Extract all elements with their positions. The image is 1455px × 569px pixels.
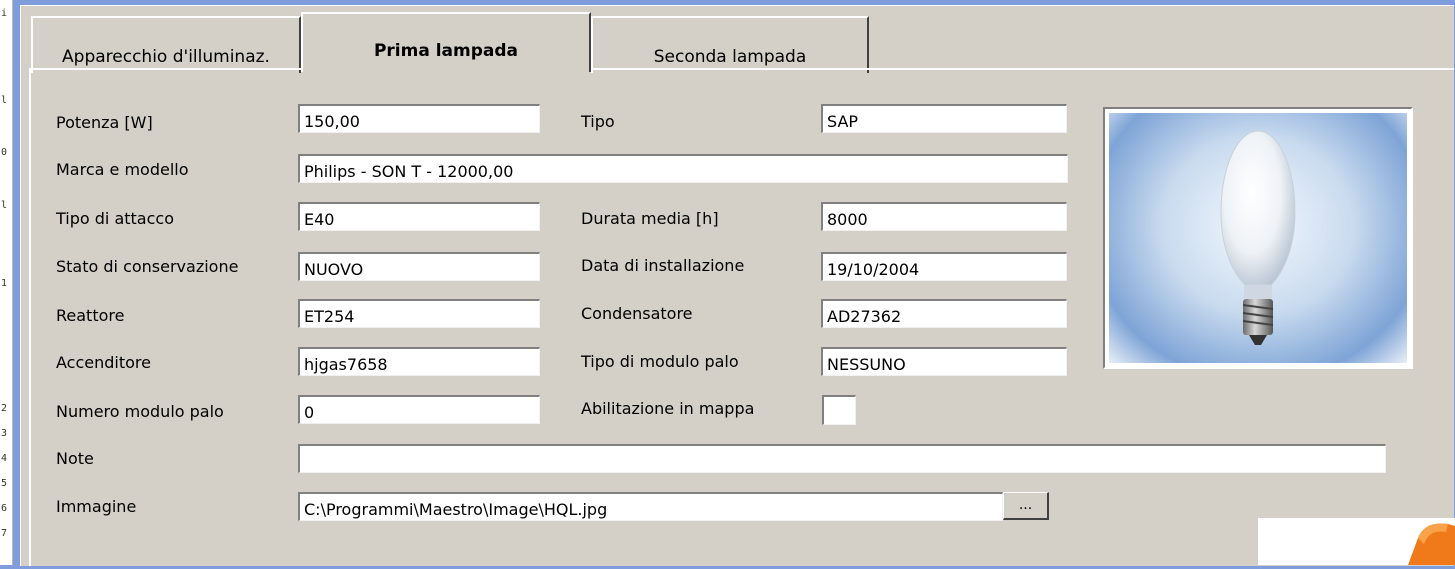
condensatore-field[interactable]: AD27362: [821, 299, 1067, 328]
data-installazione-field[interactable]: 19/10/2004: [821, 252, 1067, 281]
left-strip: i l 0 l 1 2 3 4 5 6 7: [0, 0, 13, 565]
marca-label: Marca e modello: [56, 160, 189, 179]
tab-label: Seconda lampada: [653, 47, 807, 67]
strip-char: 6: [1, 503, 8, 514]
strip-char: 4: [1, 453, 8, 464]
corner-logo: [1258, 518, 1455, 565]
numero-modulo-label: Numero modulo palo: [56, 402, 224, 421]
numero-modulo-field[interactable]: 0: [298, 395, 540, 424]
lamp-image: [1109, 113, 1407, 363]
note-field[interactable]: [298, 444, 1386, 473]
data-installazione-label: Data di installazione: [581, 256, 745, 275]
tab-label: Prima lampada: [373, 41, 519, 61]
lamp-image-frame: [1103, 107, 1413, 369]
durata-label: Durata media [h]: [581, 209, 719, 228]
attacco-field[interactable]: E40: [298, 202, 540, 231]
hql-lamp-bulb-icon: [1220, 130, 1296, 345]
accenditore-field[interactable]: hjgas7658: [298, 347, 540, 376]
strip-char: 0: [1, 147, 8, 158]
tipo-label: Tipo: [581, 112, 615, 131]
immagine-path-field[interactable]: C:\Programmi\Maestro\Image\HQL.jpg: [298, 492, 1003, 521]
tab-prima-lampada[interactable]: Prima lampada: [301, 12, 591, 72]
marca-field[interactable]: Philips - SON T - 12000,00: [298, 154, 1068, 183]
abilitazione-checkbox[interactable]: [822, 395, 856, 425]
strip-char: l: [1, 200, 8, 211]
note-label: Note: [56, 449, 94, 468]
tab-seconda-lampada[interactable]: Seconda lampada: [591, 16, 869, 73]
accenditore-label: Accenditore: [56, 353, 151, 372]
condensatore-label: Condensatore: [581, 304, 693, 323]
tipo-modulo-label: Tipo di modulo palo: [581, 352, 739, 371]
lamp-properties-window: Apparecchio d'illuminaz. Prima lampada S…: [20, 5, 1454, 566]
stato-label: Stato di conservazione: [56, 257, 239, 276]
strip-char: 1: [1, 278, 8, 289]
tipo-modulo-field[interactable]: NESSUNO: [821, 347, 1067, 376]
strip-char: 3: [1, 428, 8, 439]
tab-apparecchio[interactable]: Apparecchio d'illuminaz.: [31, 16, 301, 73]
tab-label: Apparecchio d'illuminaz.: [62, 47, 270, 67]
reattore-label: Reattore: [56, 306, 125, 325]
reattore-field[interactable]: ET254: [298, 299, 540, 328]
stato-field[interactable]: NUOVO: [298, 252, 540, 281]
strip-char: 2: [1, 403, 8, 414]
abilitazione-label: Abilitazione in mappa: [581, 399, 755, 418]
potenza-label: Potenza [W]: [56, 113, 153, 132]
potenza-field[interactable]: 150,00: [298, 104, 540, 133]
orange-logo-icon: [1408, 523, 1455, 565]
strip-char: 7: [1, 528, 8, 539]
durata-field[interactable]: 8000: [821, 202, 1067, 231]
attacco-label: Tipo di attacco: [56, 209, 174, 228]
strip-char: 5: [1, 478, 8, 489]
tipo-field[interactable]: SAP: [821, 104, 1067, 133]
strip-char: i: [1, 8, 8, 19]
immagine-label: Immagine: [56, 497, 137, 516]
strip-char: l: [1, 95, 8, 106]
browse-button[interactable]: ...: [1003, 492, 1049, 520]
